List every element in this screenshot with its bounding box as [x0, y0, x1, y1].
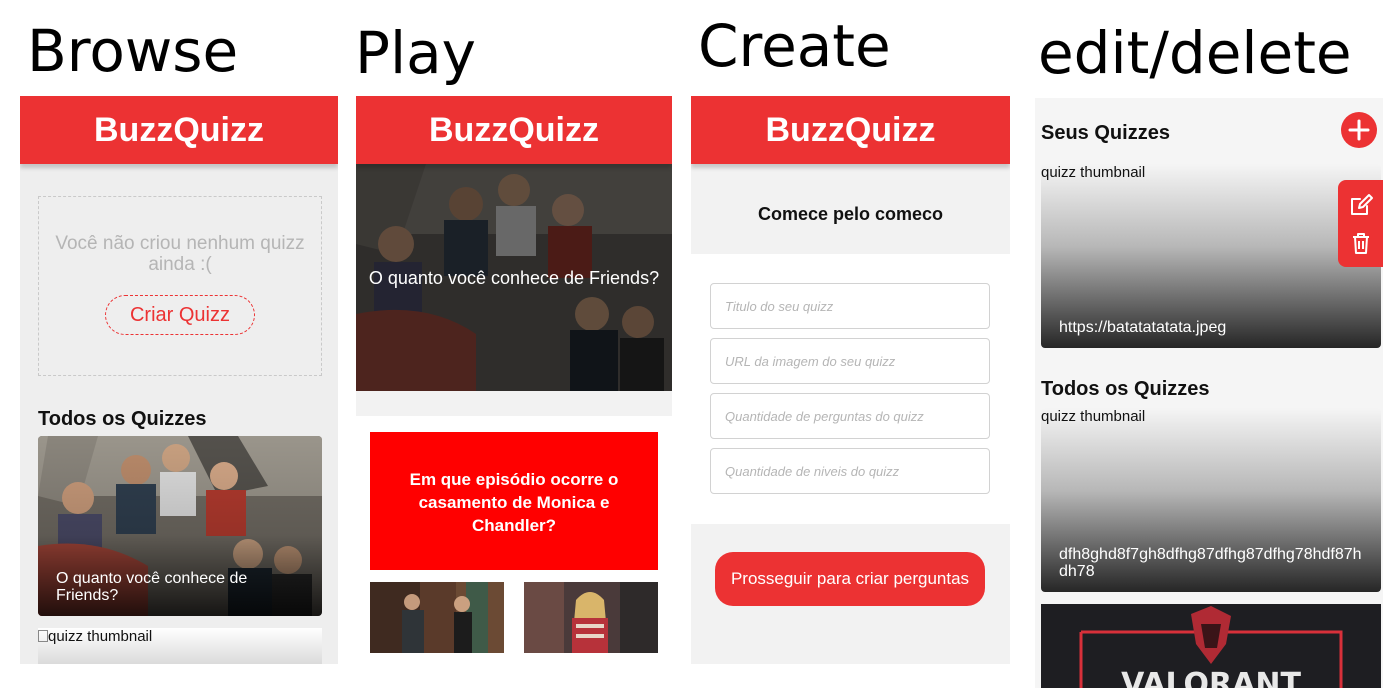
section-title-play: Play: [355, 19, 476, 87]
edit-delete-screen: Seus Quizzes quizz thumbnail https://bat…: [1035, 98, 1383, 688]
app-logo: BuzzQuizz: [765, 110, 936, 149]
add-quiz-button[interactable]: [1341, 112, 1377, 148]
quiz-title-field[interactable]: [710, 283, 990, 329]
quiz-card-title: O quanto você conhece de Friends?: [56, 570, 248, 604]
answer-image: [524, 582, 658, 653]
quiz-image-url-field[interactable]: [710, 338, 990, 384]
app-logo: BuzzQuizz: [94, 110, 264, 149]
empty-message: Você não criou nenhum quizz ainda :(: [55, 233, 305, 275]
question-count-field[interactable]: [710, 393, 990, 439]
quiz-banner-title: O quanto você conhece de Friends?: [368, 268, 660, 288]
section-title-edit: edit/delete: [1038, 19, 1352, 87]
edit-icon: [1351, 194, 1373, 215]
quiz-actions: [1338, 180, 1383, 267]
question-container: Em que episódio ocorre o casamento de Mo…: [356, 416, 672, 664]
thumbnail-alt-text: quizz thumbnail: [1041, 408, 1146, 425]
edit-quiz-button[interactable]: [1348, 192, 1374, 218]
valorant-logo-text: VALORANT: [1121, 667, 1301, 688]
section-title-create: Create: [698, 12, 891, 80]
quiz-card[interactable]: VALORANT: [1041, 604, 1381, 688]
screenshot-stage: Browse Play Create edit/delete BuzzQuizz…: [0, 0, 1400, 688]
app-header: BuzzQuizz: [356, 96, 672, 164]
all-quizzes-heading: Todos os Quizzes: [38, 408, 207, 430]
app-header: BuzzQuizz: [20, 96, 338, 164]
all-quizzes-heading: Todos os Quizzes: [1041, 378, 1210, 400]
thumbnail-alt-text: quizz thumbnail: [1041, 164, 1146, 181]
answer-option[interactable]: [524, 582, 658, 653]
level-count-field[interactable]: [710, 448, 990, 494]
plus-icon: [1348, 119, 1370, 141]
answer-option[interactable]: [370, 582, 504, 653]
thumbnail-alt-text: quizz thumbnail: [48, 628, 153, 645]
quiz-banner: O quanto você conhece de Friends?: [356, 164, 672, 391]
create-subtitle: Comece pelo comeco: [757, 204, 944, 224]
trash-icon: [1353, 233, 1369, 254]
answer-image: [370, 582, 504, 653]
your-quizzes-heading: Seus Quizzes: [1041, 122, 1170, 144]
broken-image-icon: [38, 630, 48, 642]
quiz-card[interactable]: O quanto você conhece de Friends?: [38, 436, 322, 616]
quiz-card-title: dfh8ghd8f7gh8dfhg87dfhg87dfhg78hdf87hdh7…: [1059, 546, 1362, 580]
section-title-browse: Browse: [27, 17, 239, 85]
app-logo: BuzzQuizz: [429, 110, 599, 149]
empty-quizzes-box: Você não criou nenhum quizz ainda :( Cri…: [38, 196, 322, 376]
create-screen: BuzzQuizz Comece pelo comeco Prosseguir …: [691, 96, 1010, 664]
browse-screen: BuzzQuizz Você não criou nenhum quizz ai…: [20, 96, 338, 664]
create-quiz-button[interactable]: Criar Quizz: [105, 295, 255, 335]
quiz-card[interactable]: quizz thumbnail dfh8ghd8f7gh8dfhg87dfhg8…: [1041, 408, 1381, 592]
delete-quiz-button[interactable]: [1348, 230, 1374, 256]
valorant-image: VALORANT: [1041, 604, 1381, 688]
question-title: Em que episódio ocorre o casamento de Mo…: [370, 432, 658, 570]
quiz-info-form: [691, 254, 1010, 524]
quiz-card-title: https://batatatatata.jpeg: [1059, 319, 1227, 336]
play-screen: BuzzQuizz O quanto você conhece de Frien…: [356, 96, 672, 664]
broken-thumbnail: quizz thumbnail: [38, 628, 322, 664]
your-quiz-card[interactable]: quizz thumbnail https://batatatatata.jpe…: [1041, 164, 1381, 348]
proceed-to-questions-button[interactable]: Prosseguir para criar perguntas: [715, 552, 985, 606]
app-header: BuzzQuizz: [691, 96, 1010, 164]
